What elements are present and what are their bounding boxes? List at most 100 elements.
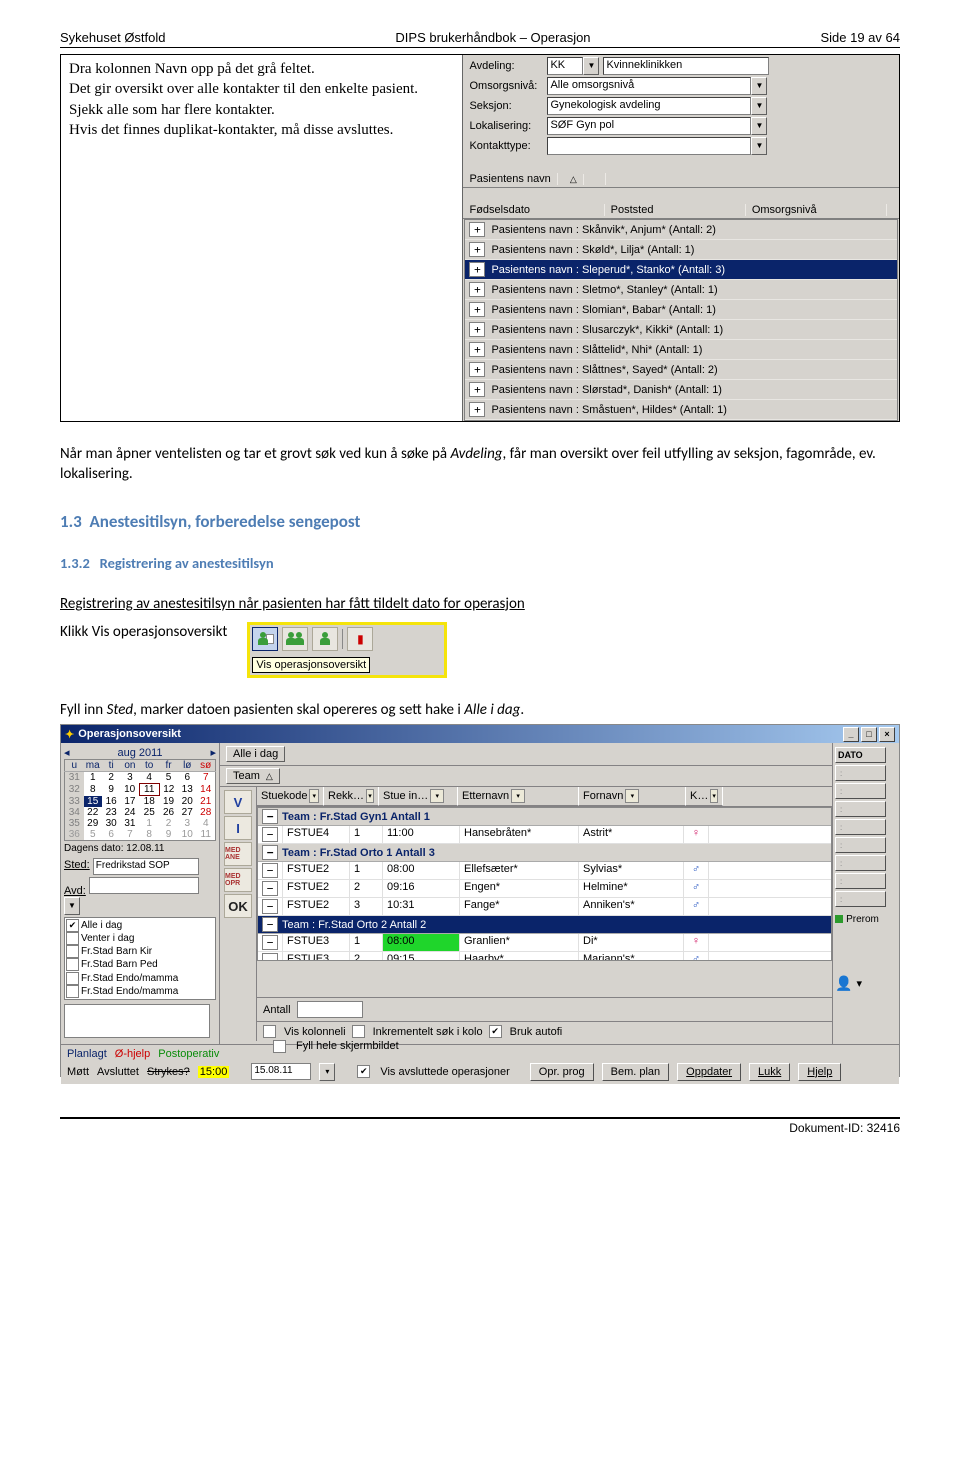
patient-row[interactable]: +Pasientens navn : Sleperud*, Stanko* (A… — [465, 260, 897, 280]
lukk-button[interactable]: Lukk — [749, 1063, 790, 1081]
patient-row[interactable]: +Pasientens navn : Skånvik*, Anjum* (Ant… — [465, 220, 897, 240]
inkrementelt-checkbox[interactable] — [352, 1025, 365, 1038]
lokalisering-dropdown-icon[interactable]: ▼ — [751, 117, 767, 135]
hjelp-button[interactable]: Hjelp — [798, 1063, 841, 1081]
vis-kolonne-checkbox[interactable] — [263, 1025, 276, 1038]
vis-operasjonsoversikt-icon[interactable] — [252, 627, 278, 651]
expand-icon[interactable]: + — [469, 242, 485, 257]
empty-row-button[interactable]: : — [835, 873, 886, 889]
filter-dropdown-icon[interactable]: ▾ — [309, 789, 319, 803]
empty-row-button[interactable]: : — [835, 891, 886, 907]
patient-row[interactable]: +Pasientens navn : Slørstad*, Danish* (A… — [465, 380, 897, 400]
team-sorter[interactable]: Team △ — [226, 768, 280, 784]
empty-row-button[interactable]: : — [835, 855, 886, 871]
close-icon[interactable]: × — [879, 727, 895, 742]
calendar[interactable]: umationtofrløsø3112345673289101112131433… — [64, 759, 216, 841]
expand-icon[interactable]: + — [469, 322, 485, 337]
grid-col[interactable]: Stue in… ▾ — [379, 787, 458, 806]
expand-icon[interactable]: + — [469, 302, 485, 317]
empty-row-button[interactable]: : — [835, 801, 886, 817]
oppdater-button[interactable]: Oppdater — [677, 1063, 741, 1081]
patient-row[interactable]: +Pasientens navn : Slomian*, Babar* (Ant… — [465, 300, 897, 320]
empty-row-button[interactable]: : — [835, 783, 886, 799]
avdeling-dropdown-icon[interactable]: ▼ — [583, 57, 599, 75]
maximize-icon[interactable]: □ — [861, 727, 877, 742]
group-row[interactable]: −Team : Fr.Stad Orto 2 Antall 2 — [258, 916, 831, 934]
kontakttype-dropdown-icon[interactable]: ▼ — [751, 137, 767, 155]
single-icon[interactable] — [312, 627, 338, 651]
lokalisering-input[interactable]: SØF Gyn pol — [547, 117, 751, 135]
grid-col[interactable]: Fornavn ▾ — [579, 787, 686, 806]
omsorgsniva-input[interactable]: Alle omsorgsnivå — [547, 77, 751, 95]
filter-item[interactable]: Fr.Stad Endo/mamma — [66, 985, 214, 998]
expand-icon[interactable]: + — [469, 222, 485, 237]
expand-icon[interactable]: + — [469, 282, 485, 297]
date-input[interactable]: 15.08.11 — [251, 1063, 311, 1080]
filter-item[interactable]: Fr.Stad Endo/mamma — [66, 972, 214, 985]
person-icon[interactable]: 👤 — [835, 975, 852, 992]
flag-icon[interactable]: ▮ — [347, 627, 373, 651]
minimize-icon[interactable]: _ — [843, 727, 859, 742]
side-button-med ane[interactable]: MED ANE — [224, 842, 252, 866]
alle-i-dag-chip[interactable]: Alle i dag — [226, 746, 285, 762]
data-row[interactable]: −FSTUE4111:00Hansebråten*Astrit*♀ — [258, 826, 831, 844]
patient-row[interactable]: +Pasientens navn : Småstuen*, Hildes* (A… — [465, 400, 897, 420]
seksjon-input[interactable]: Gynekologisk avdeling — [547, 97, 751, 115]
empty-row-button[interactable]: : — [835, 819, 886, 835]
expand-icon[interactable]: + — [469, 382, 485, 397]
patient-row[interactable]: +Pasientens navn : Slåttnes*, Sayed* (An… — [465, 360, 897, 380]
avd-input[interactable] — [89, 877, 199, 894]
omsorgsniva-dropdown-icon[interactable]: ▼ — [751, 77, 767, 95]
filter-item[interactable]: Venter i dag — [66, 932, 214, 945]
opr-prog-button[interactable]: Opr. prog — [530, 1063, 594, 1081]
bem-plan-button[interactable]: Bem. plan — [602, 1063, 670, 1081]
kontakttype-input[interactable] — [547, 137, 751, 155]
group-row[interactable]: −Team : Fr.Stad Orto 1 Antall 3 — [258, 844, 831, 862]
empty-row-button[interactable]: : — [835, 837, 886, 853]
data-row[interactable]: −FSTUE2209:16Engen*Helmine*♂ — [258, 880, 831, 898]
vis-avsluttede-checkbox[interactable]: ✔ — [357, 1065, 370, 1078]
team-icon[interactable] — [282, 627, 308, 651]
bruk-autofilter-checkbox[interactable]: ✔ — [489, 1025, 502, 1038]
text-area-small[interactable] — [64, 1004, 210, 1038]
filter-item[interactable]: Fr.Stad Barn Ped — [66, 958, 214, 971]
avdeling-text-input[interactable]: Kvinneklinikken — [603, 57, 769, 75]
dato-col-label[interactable]: DATO — [835, 747, 886, 763]
filter-dropdown-icon[interactable]: ▾ — [511, 789, 525, 803]
seksjon-dropdown-icon[interactable]: ▼ — [751, 97, 767, 115]
prev-month-icon[interactable]: ◂ — [64, 746, 70, 759]
fyll-skjerm-checkbox[interactable] — [273, 1040, 286, 1053]
grid-body[interactable]: −Team : Fr.Stad Gyn1 Antall 1−FSTUE4111:… — [257, 807, 832, 961]
grid-col[interactable]: Rekk… ▾ — [324, 787, 379, 806]
patient-row[interactable]: +Pasientens navn : Slusarczyk*, Kikki* (… — [465, 320, 897, 340]
patient-row[interactable]: +Pasientens navn : Slåttelid*, Nhi* (Ant… — [465, 340, 897, 360]
data-row[interactable]: −FSTUE3209:15Haarby*Mariann's*♂ — [258, 952, 831, 961]
filter-dropdown-icon[interactable]: ▾ — [366, 789, 374, 803]
data-row[interactable]: −FSTUE2310:31Fange*Anniken's*♂ — [258, 898, 831, 916]
expand-icon[interactable]: + — [469, 402, 485, 417]
col-nav[interactable]: Pasientens navn △ — [469, 173, 606, 185]
expand-icon[interactable]: + — [469, 362, 485, 377]
grid-header[interactable]: Stuekode ▾Rekk… ▾Stue in… ▾Etternavn ▾Fo… — [257, 787, 832, 807]
group-row[interactable]: −Team : Fr.Stad Gyn1 Antall 1 — [258, 808, 831, 826]
data-row[interactable]: −FSTUE3108:00Granlien*Di*♀ — [258, 934, 831, 952]
sted-input[interactable]: Fredrikstad SOP — [93, 858, 199, 875]
grid-col[interactable]: Etternavn ▾ — [458, 787, 579, 806]
side-button-i[interactable]: I — [224, 816, 252, 840]
avdeling-code-input[interactable]: KK — [547, 57, 583, 75]
col-fodsel[interactable]: Fødselsdato — [469, 204, 604, 216]
data-row[interactable]: −FSTUE2108:00Ellefsæter*Sylvias*♂ — [258, 862, 831, 880]
patient-list[interactable]: +Pasientens navn : Skånvik*, Anjum* (Ant… — [464, 219, 898, 421]
col-poststed[interactable]: Poststed — [611, 204, 746, 216]
side-button-ok[interactable]: OK — [224, 894, 252, 918]
filter-checklist[interactable]: ✔Alle i dagVenter i dagFr.Stad Barn KirF… — [64, 917, 216, 1000]
expand-icon[interactable]: + — [469, 342, 485, 357]
next-month-icon[interactable]: ▸ — [210, 746, 216, 759]
col-omsorg[interactable]: Omsorgsnivå — [752, 204, 887, 216]
patient-row[interactable]: +Pasientens navn : Skøld*, Lilja* (Antal… — [465, 240, 897, 260]
filter-dropdown-icon[interactable]: ▾ — [625, 789, 639, 803]
side-button-med opr[interactable]: MED OPR — [224, 868, 252, 892]
empty-row-button[interactable]: : — [835, 765, 886, 781]
window-titlebar[interactable]: ✦ Operasjonsoversikt _ □ × — [61, 725, 899, 743]
side-button-v[interactable]: V — [224, 790, 252, 814]
